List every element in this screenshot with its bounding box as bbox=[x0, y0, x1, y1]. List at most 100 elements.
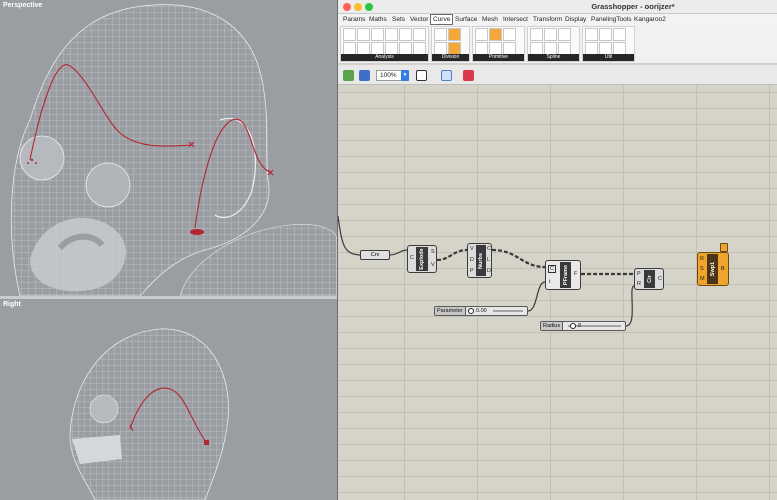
save-file-icon[interactable] bbox=[359, 70, 370, 81]
component-wires bbox=[338, 215, 635, 327]
circle-component[interactable]: P R Cir C bbox=[634, 268, 664, 290]
spline-tool-icon[interactable] bbox=[544, 28, 557, 41]
primitive-tool-icon[interactable] bbox=[503, 28, 516, 41]
tab-intersect[interactable]: Intersect bbox=[501, 15, 530, 24]
sweep-input-r[interactable]: R bbox=[700, 256, 704, 262]
nurbs-input-d[interactable]: D bbox=[470, 257, 474, 263]
division-tool-icon[interactable] bbox=[434, 28, 447, 41]
util-tool-icon[interactable] bbox=[585, 28, 598, 41]
analysis-tool-icon[interactable] bbox=[343, 28, 356, 41]
tab-sets[interactable]: Sets bbox=[390, 15, 407, 24]
tab-mesh[interactable]: Mesh bbox=[480, 15, 500, 24]
nurbs-output-c[interactable]: C bbox=[487, 246, 491, 252]
nurbs-title: Nurbs bbox=[478, 252, 484, 269]
circle-core: Cir bbox=[644, 270, 655, 288]
sweep-input-s[interactable]: S bbox=[700, 266, 704, 272]
nurbs-input-p[interactable]: P bbox=[470, 268, 474, 274]
tab-display[interactable]: Display bbox=[563, 15, 588, 24]
perspective-viewport-label[interactable]: Perspective bbox=[3, 2, 42, 9]
analysis-tool-icon[interactable] bbox=[413, 28, 426, 41]
zoom-value: 100% bbox=[380, 72, 397, 79]
sketch-pen-icon[interactable] bbox=[463, 70, 474, 81]
tab-panelingtools[interactable]: PanelingTools bbox=[589, 15, 633, 24]
perspective-head-mesh bbox=[10, 4, 337, 296]
perspective-viewport[interactable]: Perspective bbox=[0, 0, 337, 296]
parameter-slider-label: Parameter bbox=[435, 307, 466, 315]
sweep-title: Swp1 bbox=[709, 261, 716, 277]
right-viewport[interactable]: Right bbox=[0, 299, 337, 500]
crv-parameter[interactable]: Crv bbox=[360, 250, 390, 260]
ribbon-group-label[interactable]: Primitive bbox=[473, 54, 524, 61]
tab-maths[interactable]: Maths bbox=[367, 15, 389, 24]
pframe-title: PFrame bbox=[562, 264, 569, 286]
tab-vector[interactable]: Vector bbox=[408, 15, 430, 24]
tab-transform[interactable]: Transform bbox=[531, 15, 564, 24]
ribbon-group-label[interactable]: Division bbox=[432, 54, 469, 61]
explode-component[interactable]: C Explode S V bbox=[407, 245, 437, 273]
parameter-slider-track[interactable] bbox=[493, 310, 523, 312]
ribbon-group-analysis: Analysis bbox=[340, 26, 429, 62]
nurbs-input-v[interactable]: V bbox=[470, 246, 474, 252]
ribbon-group-primitive: Primitive bbox=[472, 26, 525, 62]
division-tool-icon[interactable] bbox=[448, 28, 461, 41]
analysis-tool-icon[interactable] bbox=[385, 28, 398, 41]
pframe-core: PFrame bbox=[560, 262, 571, 288]
parameter-slider-knob[interactable] bbox=[468, 308, 474, 314]
pframe-input-c[interactable]: C bbox=[548, 265, 556, 273]
pframe-output-f[interactable]: F bbox=[574, 271, 577, 277]
parameter-slider-value: 0.00 bbox=[476, 308, 487, 314]
analysis-tool-icon[interactable] bbox=[371, 28, 384, 41]
tab-kangaroo2[interactable]: Kangaroo2 bbox=[632, 15, 668, 24]
sweep-warning-tab bbox=[720, 243, 728, 252]
nurbs-curve-component[interactable]: V D P Nurbs C L D bbox=[467, 243, 492, 278]
explode-output-v[interactable]: V bbox=[431, 262, 435, 268]
radius-slider-label: Radius bbox=[541, 322, 564, 330]
right-viewport-label[interactable]: Right bbox=[3, 301, 21, 308]
nurbs-output-l[interactable]: L bbox=[487, 257, 490, 263]
grasshopper-canvas[interactable]: Crv C Explode S V V D P Nurbs C L D C t … bbox=[338, 86, 777, 500]
canvas-toolbar: 100% ▼ bbox=[338, 65, 777, 85]
spline-tool-icon[interactable] bbox=[530, 28, 543, 41]
zoom-select[interactable]: 100% ▼ bbox=[376, 70, 409, 81]
circle-input-r[interactable]: R bbox=[637, 281, 641, 287]
ribbon-group-label[interactable]: Spline bbox=[528, 54, 579, 61]
nurbs-core: Nurbs bbox=[476, 245, 486, 276]
circle-output-c[interactable]: C bbox=[658, 276, 662, 282]
tab-params[interactable]: Params bbox=[341, 15, 367, 24]
primitive-tool-icon[interactable] bbox=[489, 28, 502, 41]
component-ribbon: Analysis Division Primitive Spline Util bbox=[338, 25, 777, 64]
ribbon-group-spline: Spline bbox=[527, 26, 580, 62]
perp-frame-component[interactable]: C t PFrame F bbox=[545, 260, 581, 290]
util-tool-icon[interactable] bbox=[613, 28, 626, 41]
sweep-output-b[interactable]: B bbox=[721, 266, 725, 272]
component-tab-bar: Params Maths Sets Vector Curve Surface M… bbox=[338, 14, 777, 25]
ribbon-group-division: Division bbox=[431, 26, 470, 62]
spline-tool-icon[interactable] bbox=[558, 28, 571, 41]
sweep1-component[interactable]: R S M Swp1 B bbox=[697, 252, 729, 286]
zoom-extents-icon[interactable] bbox=[416, 70, 427, 81]
sweep-input-m[interactable]: M bbox=[700, 276, 705, 282]
explode-input-c[interactable]: C bbox=[410, 255, 414, 261]
analysis-tool-icon[interactable] bbox=[399, 28, 412, 41]
util-tool-icon[interactable] bbox=[599, 28, 612, 41]
grasshopper-window: Grasshopper - oorijzer* Params Maths Set… bbox=[337, 0, 777, 500]
ribbon-group-label[interactable]: Util bbox=[583, 54, 634, 61]
parameter-slider[interactable]: Parameter 0.00 bbox=[434, 306, 528, 316]
radius-slider-value: 8 bbox=[578, 323, 582, 329]
right-head-mesh bbox=[69, 328, 229, 500]
nurbs-output-d[interactable]: D bbox=[487, 268, 491, 274]
tab-surface[interactable]: Surface bbox=[453, 15, 479, 24]
radius-slider[interactable]: Radius 8 bbox=[540, 321, 626, 331]
tab-curve[interactable]: Curve bbox=[430, 14, 454, 25]
analysis-tool-icon[interactable] bbox=[357, 28, 370, 41]
pframe-input-t[interactable]: t bbox=[549, 279, 551, 285]
circle-input-p[interactable]: P bbox=[637, 271, 641, 277]
ribbon-group-label[interactable]: Analysis bbox=[341, 54, 428, 61]
preview-eye-icon[interactable] bbox=[441, 70, 452, 81]
explode-output-s[interactable]: S bbox=[431, 249, 435, 255]
primitive-tool-icon[interactable] bbox=[475, 28, 488, 41]
radius-slider-knob[interactable] bbox=[570, 323, 576, 329]
title-bar: Grasshopper - oorijzer* bbox=[338, 0, 777, 14]
open-file-icon[interactable] bbox=[343, 70, 354, 81]
explode-core: Explode bbox=[416, 247, 428, 271]
